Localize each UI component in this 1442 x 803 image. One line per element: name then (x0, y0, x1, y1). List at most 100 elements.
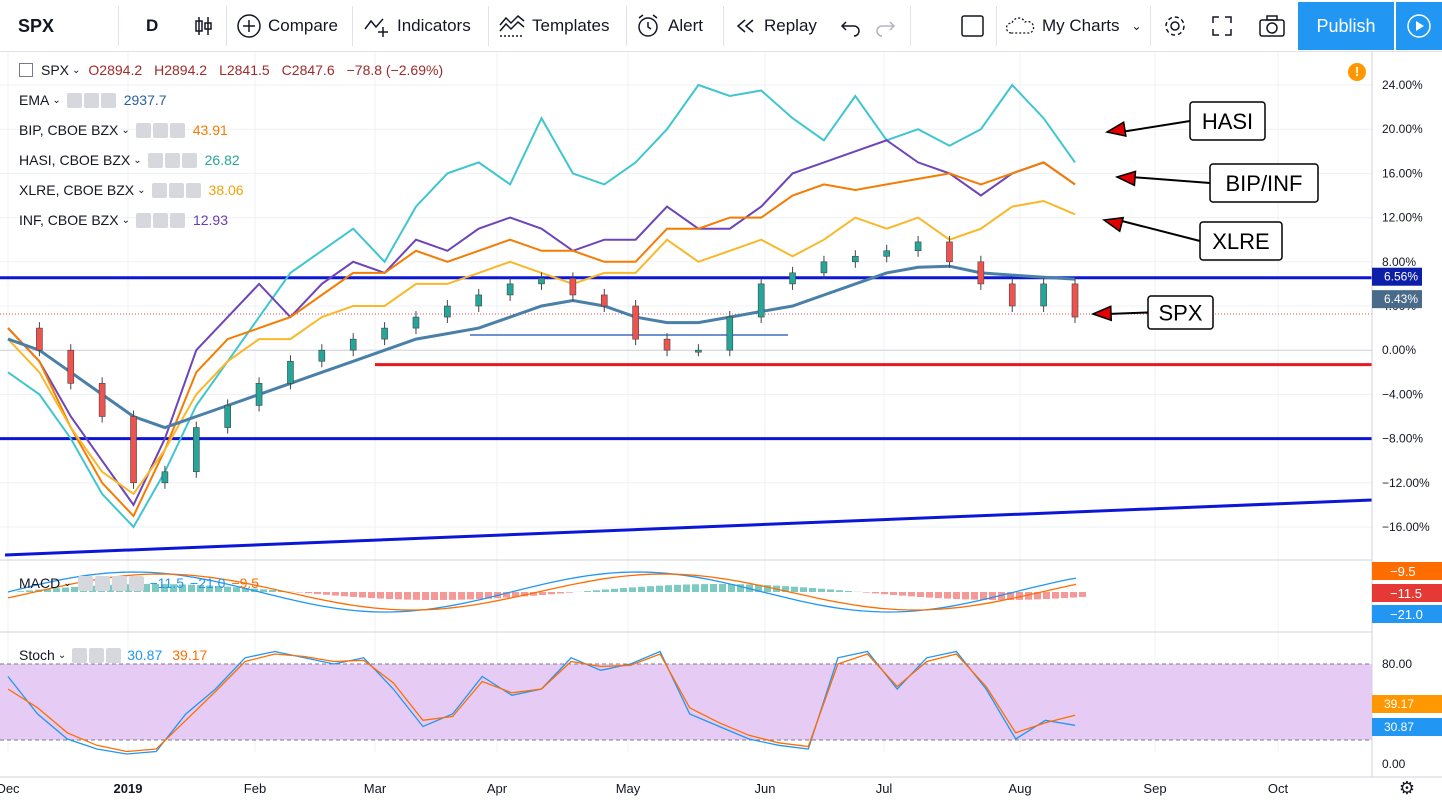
candle-body (569, 278, 577, 296)
y-tick-label: 8.00% (1382, 255, 1416, 269)
compare-button[interactable]: Compare (236, 0, 338, 52)
candle-body (475, 294, 483, 307)
chart-type-button[interactable] (192, 0, 214, 52)
chevron-down-icon[interactable]: ⌄ (63, 578, 71, 589)
symbol-search[interactable]: SPX (18, 0, 54, 52)
price-axis[interactable]: 24.00%20.00%16.00%12.00%8.00%4.00%0.00%−… (1371, 52, 1442, 803)
time-tick-label: Mar (364, 781, 387, 796)
time-axis[interactable]: Dec 2019 Feb Mar Apr May Jun Jul Aug Sep Oct ⚙ (0, 776, 1442, 798)
macd-histogram-bar (422, 592, 429, 600)
time-tick-label: Feb (244, 781, 266, 796)
y-tick-label: 16.00% (1382, 166, 1423, 180)
macd-legend: MACD ⌄ −11.5 −21.0 −9.5 (19, 575, 259, 591)
macd-histogram-bar (665, 585, 672, 592)
annotations: HASI BIP/INF XLRE SPX (1090, 101, 1319, 330)
compare-label: Compare (268, 16, 338, 35)
macd-histogram-bar (962, 592, 969, 600)
candle-body (161, 471, 169, 484)
undo-button[interactable] (840, 0, 862, 52)
chevron-down-icon[interactable]: ⌄ (121, 125, 129, 136)
legend-row-ema[interactable]: EMA ⌄ 2937.7 (19, 92, 167, 108)
candle-body (1071, 283, 1079, 318)
candle-body (663, 338, 671, 351)
stoch-name[interactable]: Stoch (19, 647, 55, 663)
redo-button[interactable] (874, 0, 896, 52)
chevron-down-icon[interactable]: ⌄ (133, 155, 141, 166)
y-tick-label: 12.00% (1382, 211, 1423, 225)
candle-body (946, 241, 953, 263)
macd-histogram-bar (845, 591, 852, 592)
templates-button[interactable]: Templates (498, 0, 609, 52)
legend-row-controls[interactable] (151, 182, 201, 198)
indicators-button[interactable]: Indicators (363, 0, 471, 52)
warning-icon[interactable]: ! (1348, 63, 1366, 81)
chevron-down-icon[interactable]: ⌄ (137, 185, 145, 196)
screenshot-button[interactable] (1258, 0, 1286, 52)
my-charts-button[interactable]: My Charts ⌄ (1004, 0, 1142, 52)
chevron-down-icon[interactable]: ⌄ (52, 95, 60, 106)
legend-row-controls[interactable] (147, 152, 197, 168)
chevron-down-icon[interactable]: ⌄ (122, 215, 130, 226)
stoch-controls[interactable] (72, 647, 122, 663)
macd-histogram-bar (620, 588, 627, 592)
layout-button[interactable] (960, 0, 986, 52)
alert-button[interactable]: Alert (636, 0, 703, 52)
legend-row-controls[interactable] (66, 92, 116, 108)
macd-histogram-bar (467, 592, 474, 600)
macd-histogram-bar (566, 592, 573, 593)
chevron-down-icon[interactable]: ⌄ (72, 65, 80, 76)
macd-histogram-bar (1079, 592, 1086, 597)
candle-body (600, 294, 608, 307)
macd-histogram-bar (17, 591, 24, 592)
divider (723, 6, 724, 46)
templates-icon (499, 14, 525, 37)
candle-body (349, 338, 357, 351)
legend-row-inf[interactable]: INF, CBOE BZX ⌄ 12.93 (19, 212, 228, 228)
stoch-tick-label: 80.00 (1382, 657, 1412, 671)
macd-histogram-bar (332, 592, 339, 596)
gear-icon (1165, 16, 1185, 36)
macd-histogram-bar (899, 592, 906, 596)
macd-histogram-bar (458, 592, 465, 600)
legend-row-controls[interactable] (135, 122, 185, 138)
legend-row-bip[interactable]: BIP, CBOE BZX ⌄ 43.91 (19, 122, 228, 138)
chevron-down-icon[interactable]: ⌄ (58, 650, 66, 661)
divider (226, 6, 227, 46)
collapse-icon[interactable] (19, 63, 33, 77)
candle-body (852, 255, 859, 263)
replay-button[interactable]: Replay (734, 0, 817, 52)
macd-histogram-bar (647, 586, 654, 592)
macd-histogram-bar (323, 592, 330, 595)
legend-row-controls[interactable] (135, 212, 185, 228)
legend-row-name: XLRE, CBOE BZX (19, 182, 135, 198)
series-line-ema (7, 264, 1076, 430)
macd-histogram-bar (548, 592, 555, 595)
candle-body (883, 250, 891, 257)
candle-body (632, 305, 639, 340)
legend-symbol[interactable]: SPX (41, 62, 69, 78)
annotation-label: SPX (1158, 301, 1202, 326)
fullscreen-icon (1212, 16, 1232, 36)
legend-row-hasi[interactable]: HASI, CBOE BZX ⌄ 26.82 (19, 152, 240, 168)
legend-row-xlre[interactable]: XLRE, CBOE BZX ⌄ 38.06 (19, 182, 244, 198)
divider (488, 6, 489, 46)
publish-button[interactable]: Publish (1298, 2, 1394, 50)
settings-button[interactable] (1162, 0, 1188, 52)
interval-button[interactable]: D (146, 0, 158, 52)
macd-histogram-bar (917, 592, 924, 598)
high-value: H2894.2 (154, 62, 208, 78)
legend-row-name: INF, CBOE BZX (19, 212, 119, 228)
macd-name[interactable]: MACD (19, 575, 60, 591)
macd-histogram-bar (440, 592, 447, 600)
macd-histogram-bar (305, 592, 312, 594)
fullscreen-button[interactable] (1210, 0, 1234, 52)
divider (910, 6, 911, 46)
macd-histogram-bar (602, 589, 609, 592)
macd-controls[interactable] (77, 575, 144, 591)
macd-histogram-bar (557, 592, 564, 594)
macd-histogram-bar (719, 584, 726, 592)
open-value: O2894.2 (88, 62, 143, 78)
y-tick-label: 20.00% (1382, 122, 1423, 136)
legend-row-name: HASI, CBOE BZX (19, 152, 131, 168)
play-button[interactable] (1396, 2, 1442, 50)
